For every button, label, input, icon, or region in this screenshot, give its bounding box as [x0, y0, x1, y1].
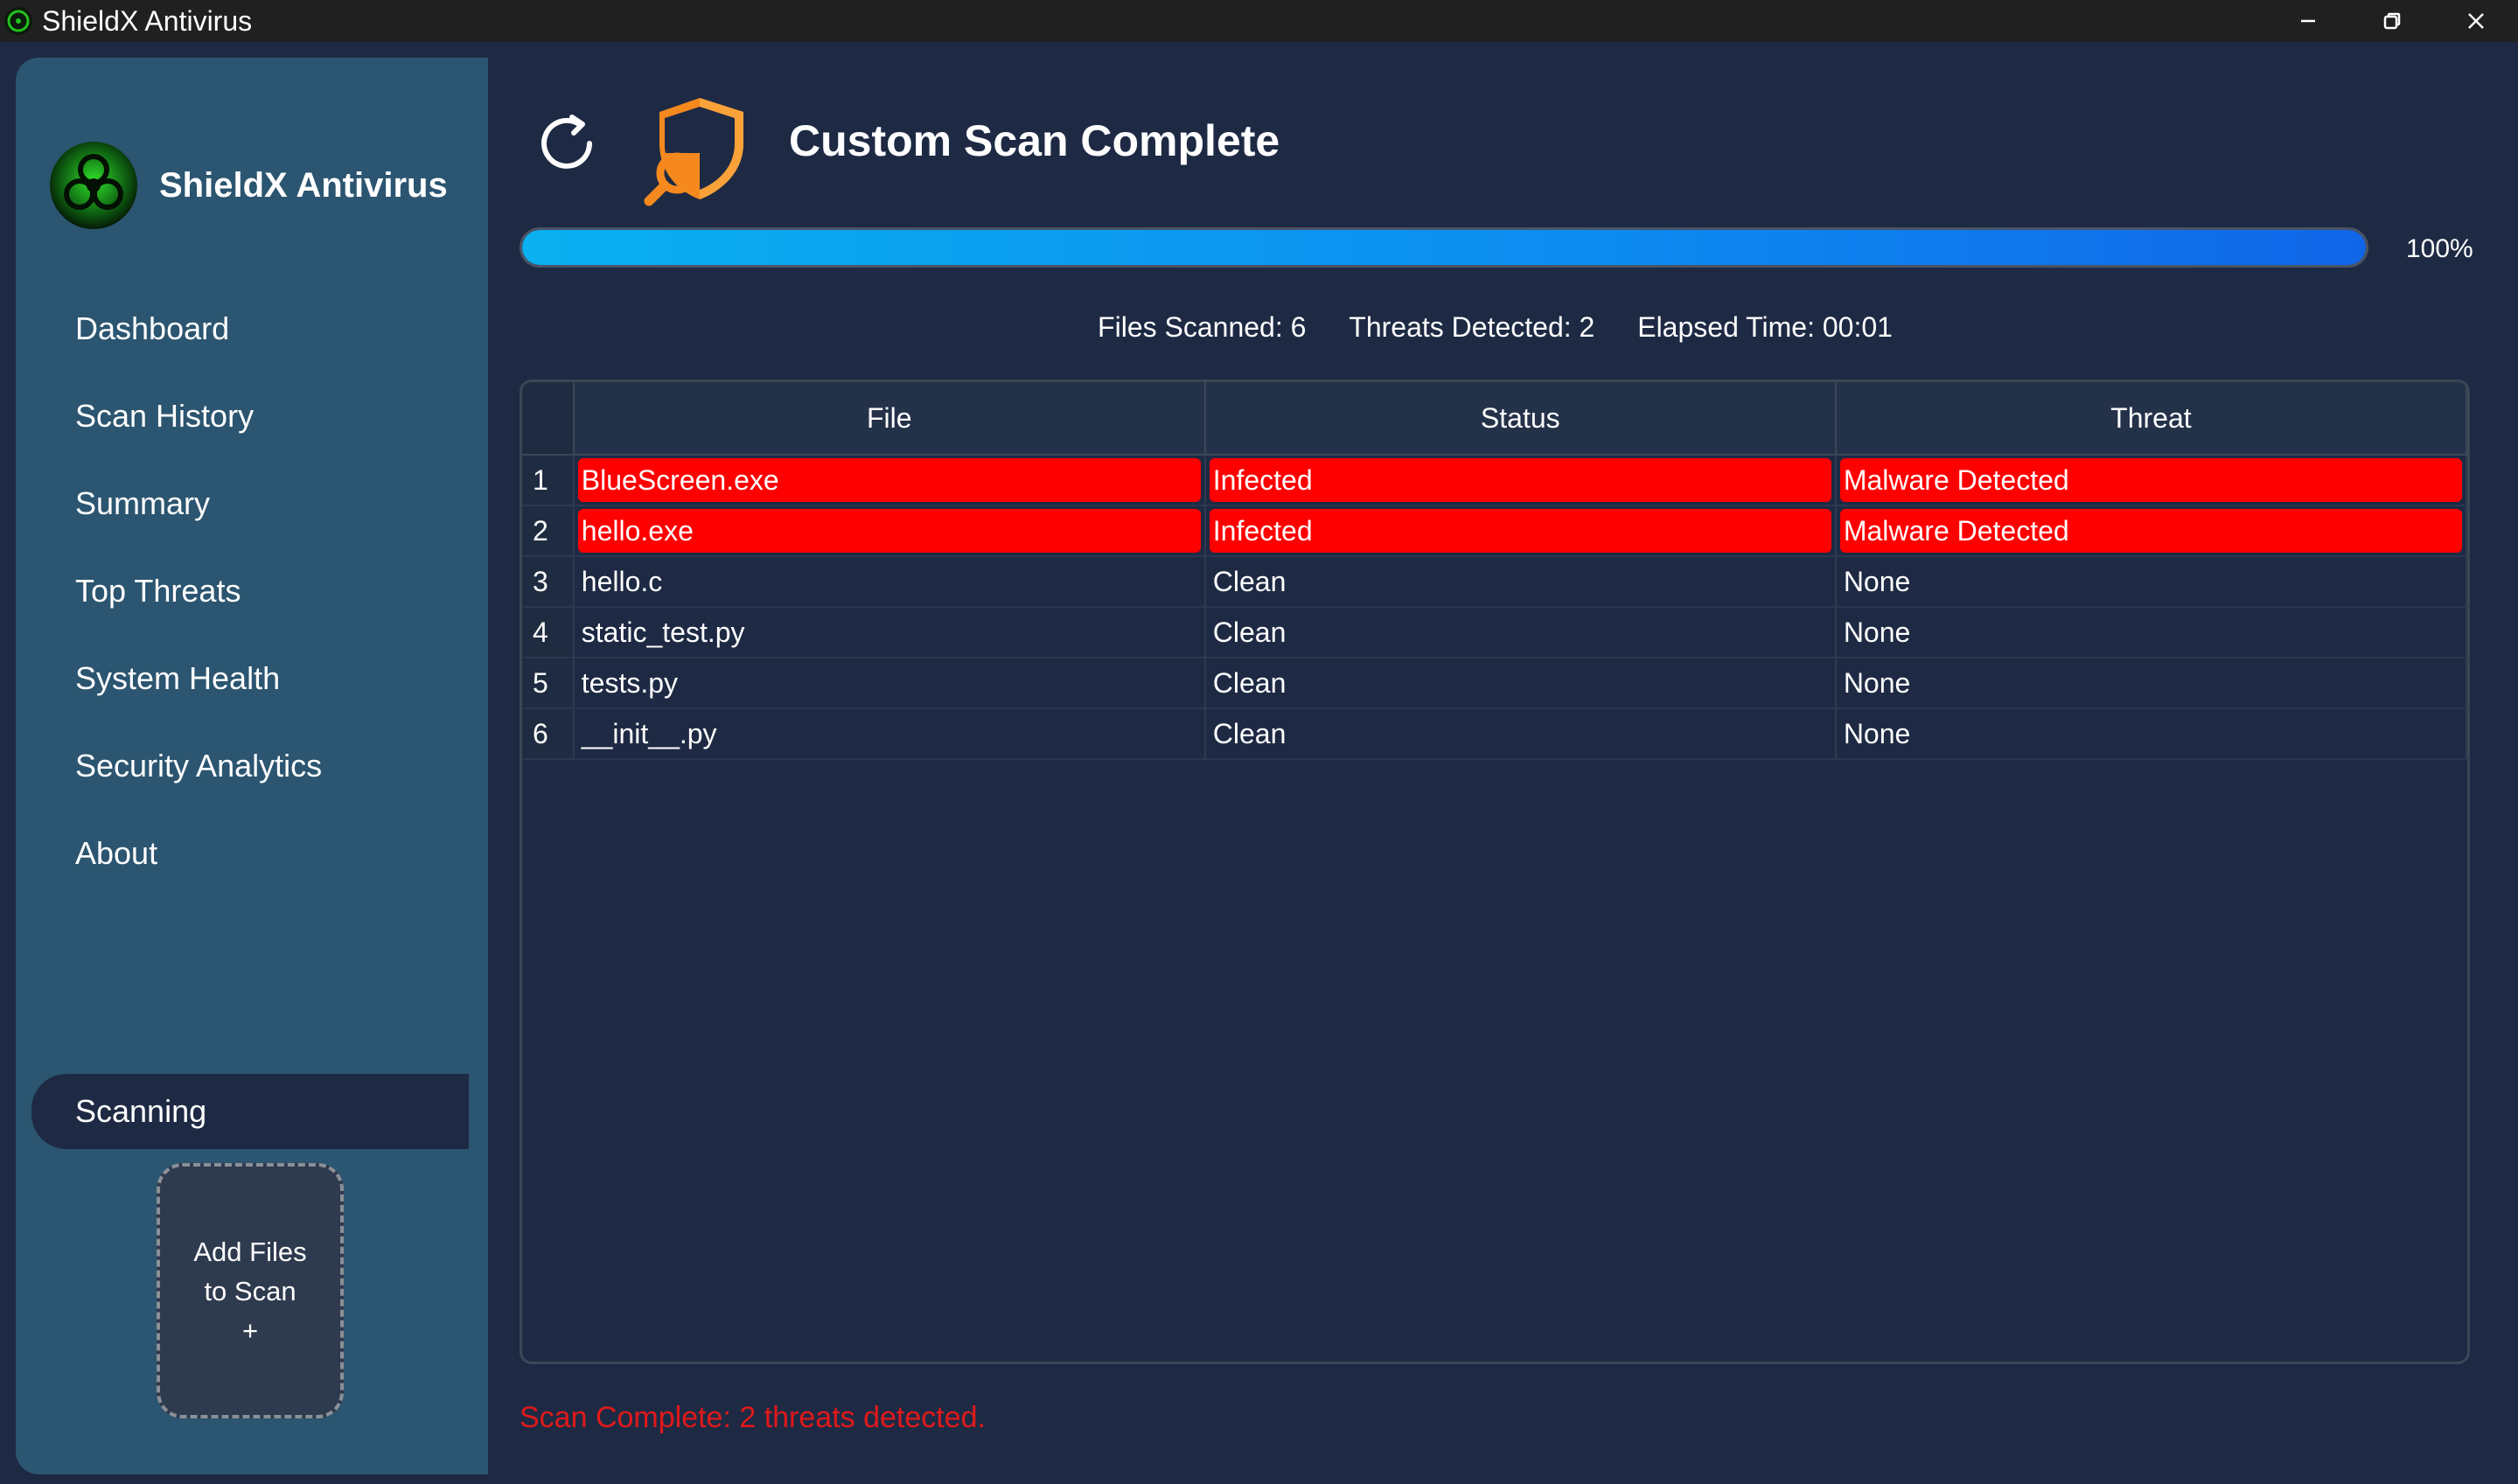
close-button[interactable]	[2434, 0, 2518, 42]
column-header-file[interactable]: File	[573, 382, 1206, 456]
biohazard-icon	[50, 142, 137, 229]
app-window: ShieldX Antivirus Dashboard Scan History…	[16, 58, 2502, 1474]
file-cell-text: BlueScreen.exe	[577, 458, 1201, 502]
add-files-label-line1: Add Files	[193, 1236, 307, 1267]
scan-stats: Files Scanned: 6 Threats Detected: 2 Ela…	[488, 311, 2502, 344]
file-cell[interactable]: hello.exe	[573, 505, 1206, 557]
file-cell[interactable]: tests.py	[573, 658, 1206, 709]
file-cell[interactable]: BlueScreen.exe	[573, 455, 1206, 506]
main-panel: Custom Scan Complete 100% Files Scanned:…	[488, 58, 2502, 1474]
status-cell[interactable]: Clean	[1204, 658, 1837, 709]
status-message: Scan Complete: 2 threats detected.	[520, 1401, 986, 1434]
sidebar-item-security-analytics[interactable]: Security Analytics	[16, 722, 488, 810]
sidebar-nav: Dashboard Scan History Summary Top Threa…	[16, 285, 488, 897]
status-cell-text: Clean	[1212, 566, 1287, 597]
threats-detected: Threats Detected: 2	[1349, 311, 1595, 343]
corner-header	[522, 382, 575, 456]
status-cell-text: Clean	[1212, 667, 1287, 699]
file-cell[interactable]: __init__.py	[573, 708, 1206, 760]
restore-button[interactable]	[2350, 0, 2434, 42]
row-number: 3	[522, 556, 575, 608]
add-files-label-line2: to Scan	[204, 1275, 296, 1306]
table-header: File Status Threat	[522, 382, 2467, 456]
table-row[interactable]: 4 static_test.py Clean None	[522, 607, 2467, 658]
threat-cell-text: Malware Detected	[1839, 458, 2462, 502]
sidebar-item-about[interactable]: About	[16, 810, 488, 897]
threat-cell[interactable]: None	[1835, 658, 2467, 709]
elapsed-time: Elapsed Time: 00:01	[1637, 311, 1893, 343]
status-cell[interactable]: Clean	[1204, 607, 1837, 658]
threat-cell[interactable]: None	[1835, 607, 2467, 658]
column-header-threat[interactable]: Threat	[1835, 382, 2467, 456]
title-bar: ShieldX Antivirus	[0, 0, 2518, 42]
table-row[interactable]: 1 BlueScreen.exe Infected Malware Detected	[522, 455, 2467, 506]
status-cell[interactable]: Clean	[1204, 708, 1837, 760]
column-header-status[interactable]: Status	[1204, 382, 1837, 456]
plus-icon: +	[241, 1314, 259, 1346]
status-cell[interactable]: Infected	[1204, 505, 1837, 557]
shield-magnifier-icon	[644, 98, 743, 206]
threat-cell-text: None	[1843, 667, 1911, 699]
row-number: 5	[522, 658, 575, 709]
sidebar-item-system-health[interactable]: System Health	[16, 635, 488, 722]
status-cell[interactable]: Infected	[1204, 455, 1837, 506]
brand: ShieldX Antivirus	[49, 141, 448, 230]
threat-cell-text: None	[1843, 566, 1911, 597]
file-cell[interactable]: static_test.py	[573, 607, 1206, 658]
page-title: Custom Scan Complete	[789, 116, 1280, 165]
restore-icon	[2383, 12, 2401, 30]
file-cell-text: static_test.py	[581, 617, 745, 648]
results-table[interactable]: File Status Threat 1 BlueScreen.exe Infect…	[520, 380, 2470, 1364]
row-number: 1	[522, 455, 575, 506]
minimize-button[interactable]	[2266, 0, 2350, 42]
threat-cell-text: Malware Detected	[1839, 509, 2462, 553]
file-cell-text: tests.py	[581, 667, 679, 699]
sidebar-item-summary[interactable]: Summary	[16, 460, 488, 547]
status-cell-text: Infected	[1209, 509, 1831, 553]
brand-name: ShieldX Antivirus	[159, 165, 448, 205]
row-number: 6	[522, 708, 575, 760]
threat-cell[interactable]: None	[1835, 708, 2467, 760]
threat-cell[interactable]: None	[1835, 556, 2467, 608]
threat-cell-text: None	[1843, 718, 1911, 749]
table-row[interactable]: 2 hello.exe Infected Malware Detected	[522, 505, 2467, 557]
refresh-icon[interactable]	[534, 108, 600, 175]
sidebar: ShieldX Antivirus Dashboard Scan History…	[16, 58, 488, 1474]
file-cell-text: hello.exe	[577, 509, 1201, 553]
sidebar-item-scan-history[interactable]: Scan History	[16, 373, 488, 460]
sidebar-item-top-threats[interactable]: Top Threats	[16, 547, 488, 635]
minimize-icon	[2301, 19, 2315, 23]
files-scanned: Files Scanned: 6	[1098, 311, 1307, 343]
status-cell-text: Clean	[1212, 718, 1287, 749]
close-icon	[2468, 13, 2484, 29]
row-number: 2	[522, 505, 575, 557]
threat-cell[interactable]: Malware Detected	[1835, 455, 2467, 506]
row-number: 4	[522, 607, 575, 658]
add-files-button[interactable]: Add Files to Scan +	[157, 1163, 344, 1418]
sidebar-item-dashboard[interactable]: Dashboard	[16, 285, 488, 373]
table-row[interactable]: 6 __init__.py Clean None	[522, 708, 2467, 760]
status-cell-text: Clean	[1212, 617, 1287, 648]
file-cell-text: hello.c	[581, 566, 663, 597]
file-cell[interactable]: hello.c	[573, 556, 1206, 608]
threat-cell[interactable]: Malware Detected	[1835, 505, 2467, 557]
sidebar-item-scanning[interactable]: Scanning	[31, 1074, 469, 1149]
file-cell-text: __init__.py	[581, 718, 717, 749]
window-title: ShieldX Antivirus	[42, 4, 253, 37]
status-cell-text: Infected	[1209, 458, 1831, 502]
progress-fill	[522, 230, 2366, 265]
status-cell[interactable]: Clean	[1204, 556, 1837, 608]
progress-percent: 100%	[2406, 234, 2473, 263]
table-row[interactable]: 3 hello.c Clean None	[522, 556, 2467, 608]
biohazard-icon	[4, 7, 32, 35]
scan-progress-bar	[520, 227, 2368, 268]
table-row[interactable]: 5 tests.py Clean None	[522, 658, 2467, 709]
threat-cell-text: None	[1843, 617, 1911, 648]
